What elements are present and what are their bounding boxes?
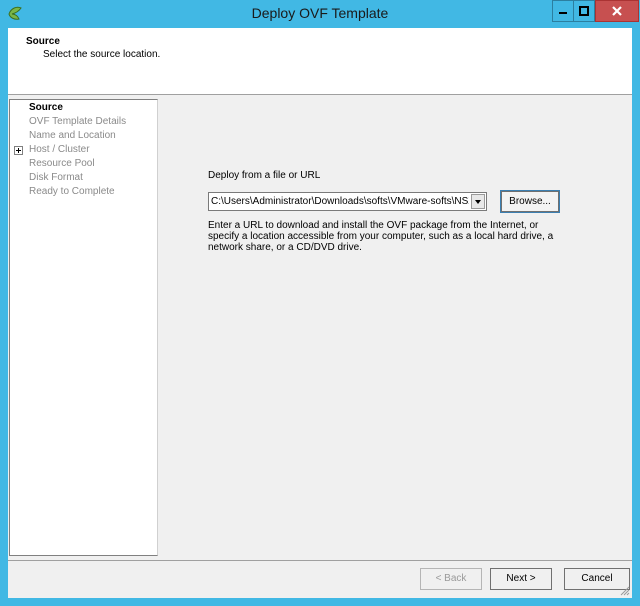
step-disk-format[interactable]: Disk Format (29, 172, 83, 183)
page-subtitle: Select the source location. (43, 49, 161, 60)
step-name-and-location[interactable]: Name and Location (29, 130, 116, 141)
source-label: Deploy from a file or URL (208, 170, 321, 181)
deploy-ovf-window: Deploy OVF Template Source Select the so… (0, 0, 640, 606)
maximize-icon (579, 6, 589, 16)
dialog-content: Source Select the source location. Sourc… (8, 28, 632, 598)
back-button[interactable]: < Back (420, 568, 482, 590)
maximize-button[interactable] (573, 0, 595, 22)
source-path-value[interactable]: C:\Users\Administrator\Downloads\softs\V… (211, 196, 469, 207)
step-ovf-template-details[interactable]: OVF Template Details (29, 116, 126, 127)
source-description: Enter a URL to download and install the … (208, 220, 554, 253)
wizard-steps-panel: Source OVF Template Details Name and Loc… (9, 99, 158, 556)
resize-grip-icon[interactable] (620, 586, 630, 596)
wizard-header: Source Select the source location. (8, 28, 632, 95)
step-resource-pool[interactable]: Resource Pool (29, 158, 95, 169)
window-title: Deploy OVF Template (251, 5, 389, 21)
browse-button[interactable]: Browse... (500, 190, 560, 213)
step-host-cluster[interactable]: Host / Cluster (29, 144, 90, 155)
minimize-icon (559, 12, 567, 14)
dropdown-arrow-icon[interactable] (471, 194, 485, 209)
title-bar[interactable]: Deploy OVF Template (0, 0, 640, 28)
minimize-button[interactable] (552, 0, 574, 22)
step-source[interactable]: Source (29, 102, 63, 113)
expand-icon[interactable] (14, 146, 23, 155)
step-ready-to-complete[interactable]: Ready to Complete (29, 186, 115, 197)
close-button[interactable] (595, 0, 639, 22)
page-title: Source (26, 36, 60, 47)
source-path-combobox[interactable]: C:\Users\Administrator\Downloads\softs\V… (208, 192, 487, 211)
next-button[interactable]: Next > (490, 568, 552, 590)
footer-divider (8, 560, 632, 561)
close-icon (612, 6, 622, 16)
